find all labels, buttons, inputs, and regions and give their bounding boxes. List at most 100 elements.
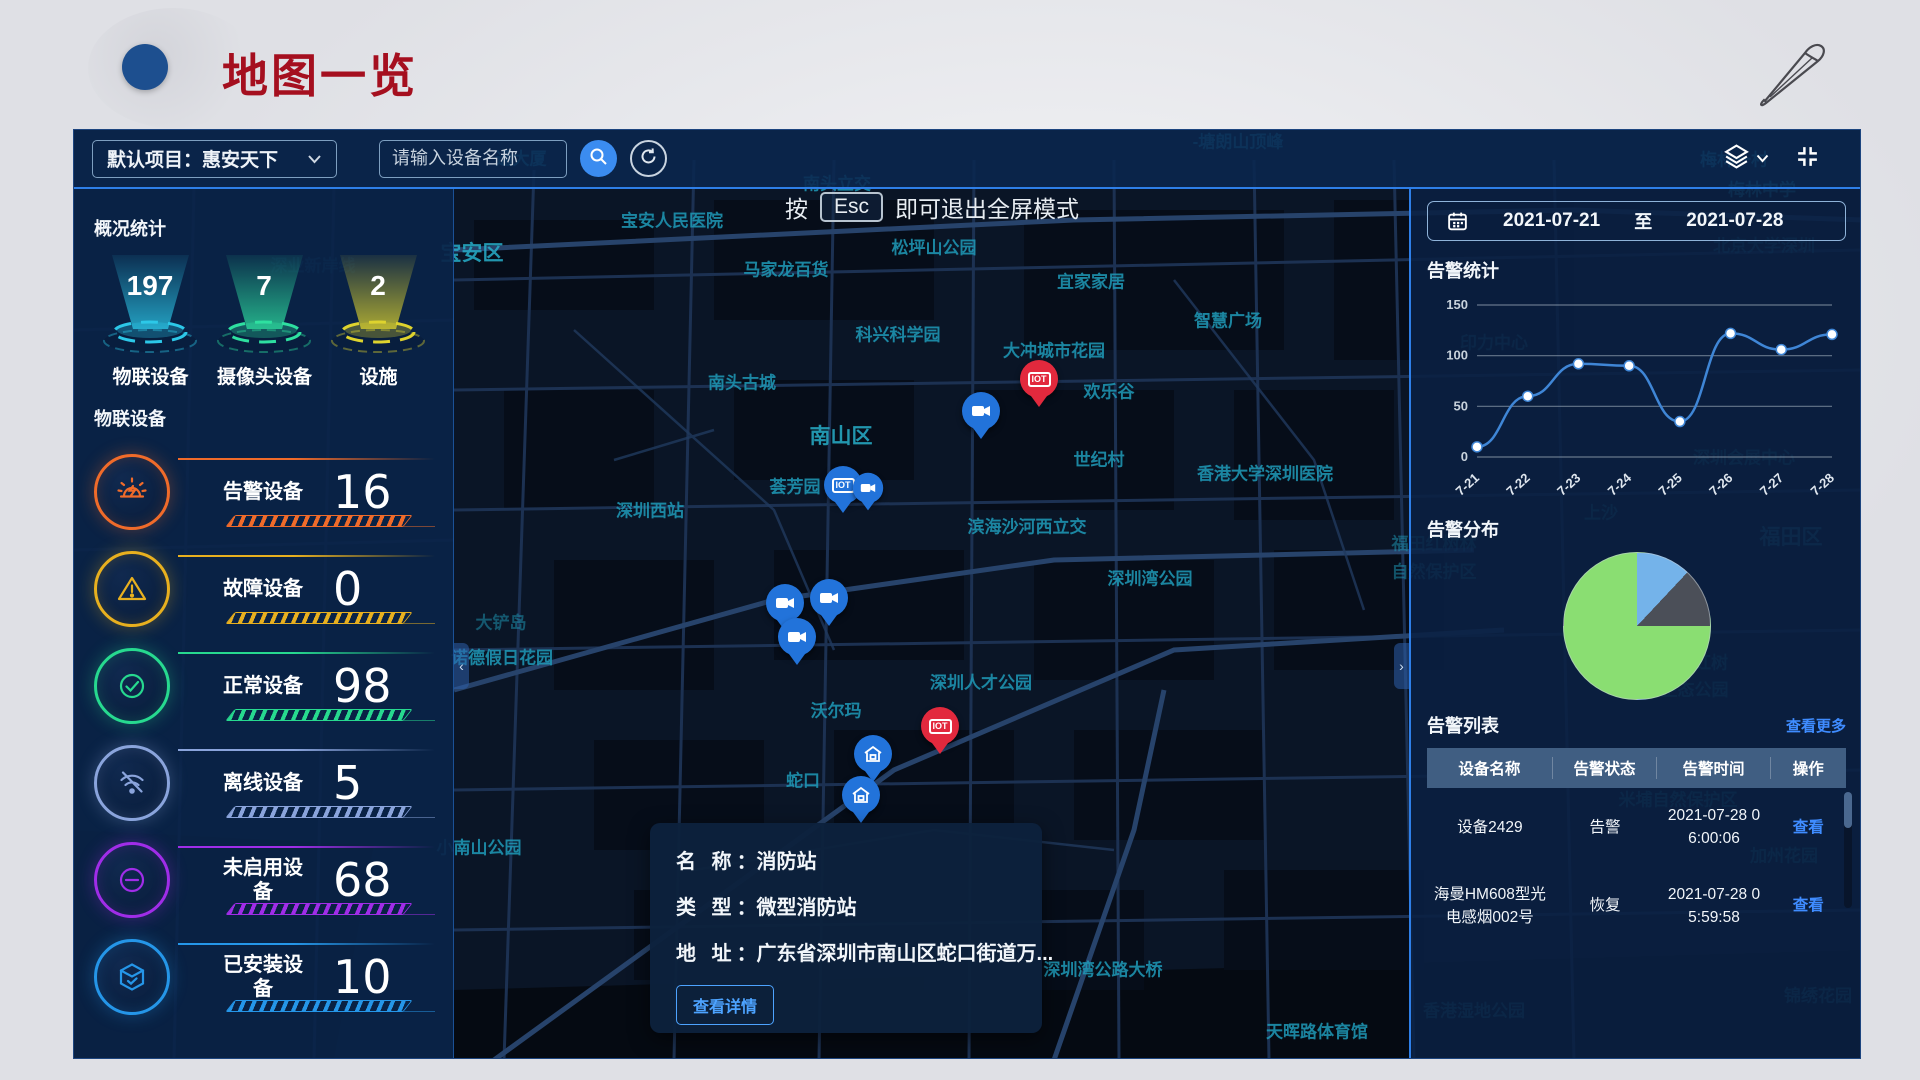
scrollbar-thumb[interactable] <box>1844 792 1852 828</box>
fullscreen-esc-hint: 按 Esc 即可退出全屏模式 <box>785 190 1079 224</box>
map-marker-camera[interactable] <box>962 392 1000 430</box>
svg-text:7-25: 7-25 <box>1655 470 1684 499</box>
fire-station-icon <box>851 786 871 804</box>
search-button[interactable] <box>580 140 617 177</box>
svg-text:7-24: 7-24 <box>1605 470 1635 499</box>
device-stat-row[interactable]: 离线设备 5 <box>94 734 435 831</box>
refresh-icon <box>639 147 658 171</box>
date-range-picker[interactable]: 2021-07-21 至 2021-07-28 <box>1427 201 1846 241</box>
svg-text:7-28: 7-28 <box>1808 470 1837 499</box>
device-stat-banner: 离线设备 5 <box>164 744 435 822</box>
device-stat-value: 16 <box>333 465 401 519</box>
page-title: 地图一览 <box>222 40 418 106</box>
device-stat-row[interactable]: 故障设备 0 <box>94 540 435 637</box>
cell-view-link[interactable]: 查看 <box>1771 816 1846 839</box>
calendar-icon <box>1446 210 1469 233</box>
view-more-link[interactable]: 查看更多 <box>1786 715 1846 736</box>
minus-circle-icon <box>94 842 170 918</box>
esc-key-badge: Esc <box>820 192 883 222</box>
device-stat-label: 告警设备 <box>215 480 311 504</box>
device-info-popup: 名 称：消防站类 型：微型消防站地 址：广东省深圳市南山区蛇口街道万... 查看… <box>650 823 1042 1033</box>
title-dot-icon <box>122 44 168 90</box>
table-header-cell: 设备名称 <box>1427 757 1553 779</box>
device-stat-label: 离线设备 <box>215 771 311 795</box>
popup-row: 地 址：广东省深圳市南山区蛇口街道万... <box>676 937 1016 966</box>
cell-view-link[interactable]: 查看 <box>1771 894 1846 917</box>
popup-row: 类 型：微型消防站 <box>676 891 1016 920</box>
right-panel: 2021-07-21 至 2021-07-28 告警统计 0501001507-… <box>1409 189 1861 1059</box>
map-marker-camera[interactable] <box>778 618 816 656</box>
map-marker-camera[interactable] <box>853 473 883 503</box>
overview-stats: 197 物联设备 7 摄像头设备 2 设施 <box>94 253 435 389</box>
alarm-pie-chart <box>1563 552 1711 700</box>
svg-text:7: 7 <box>256 270 272 301</box>
table-scrollbar[interactable] <box>1844 792 1852 908</box>
project-select[interactable]: 默认项目：惠安天下 <box>92 140 337 178</box>
wifi-off-icon <box>94 745 170 821</box>
alarm-table-header: 设备名称告警状态告警时间操作 <box>1427 748 1846 788</box>
map-marker-iot[interactable]: IOT <box>921 707 959 745</box>
svg-text:50: 50 <box>1454 398 1468 413</box>
alarm-line-chart: 0501001507-217-227-237-247-257-267-277-2… <box>1427 285 1846 512</box>
map-marker-station[interactable] <box>854 735 892 773</box>
refresh-button[interactable] <box>630 140 667 177</box>
device-stat-label: 故障设备 <box>215 577 311 601</box>
device-stat-label: 已安装设备 <box>215 953 311 1001</box>
device-stat-row[interactable]: 告警设备 16 <box>94 443 435 540</box>
fullscreen-button[interactable] <box>1795 144 1820 174</box>
alarm-list-title: 告警列表 <box>1427 712 1499 738</box>
iot-icon: IOT <box>1028 372 1051 387</box>
iot-icon: IOT <box>832 478 855 493</box>
layers-icon <box>1723 143 1750 175</box>
svg-text:197: 197 <box>127 270 174 301</box>
page-header: 地图一览 <box>0 0 1920 129</box>
map-marker-iot[interactable]: IOT <box>1020 360 1058 398</box>
svg-text:7-26: 7-26 <box>1706 470 1735 499</box>
table-header-cell: 告警状态 <box>1553 757 1658 779</box>
topbar: 默认项目：惠安天下 <box>74 130 1860 189</box>
left-panel-toggle[interactable]: ‹ <box>454 643 469 689</box>
popup-row: 名 称：消防站 <box>676 845 1016 874</box>
device-stat-label: 未启用设备 <box>215 856 311 904</box>
warning-triangle-icon <box>94 551 170 627</box>
siren-icon <box>94 454 170 530</box>
overview-stat-label: 设施 <box>322 362 435 389</box>
map-marker-camera[interactable] <box>810 579 848 617</box>
left-panel: 概况统计 197 物联设备 7 摄像头设备 <box>74 189 454 1059</box>
right-panel-toggle[interactable]: › <box>1394 643 1409 689</box>
table-row: 设备2429 告警 2021-07-28 06:00:06 查看 <box>1427 788 1846 867</box>
device-stat-row[interactable]: 未启用设备 68 <box>94 831 435 928</box>
device-stat-row[interactable]: 正常设备 98 <box>94 637 435 734</box>
map-marker-camera[interactable] <box>766 584 804 622</box>
chevron-down-icon <box>307 148 322 170</box>
svg-text:0: 0 <box>1461 449 1468 464</box>
dashboard: -塘朗山顶峰梅林一村梅林中学通大厦深业新岸线南头立交宝安人民医院宝安区松坪山公园… <box>73 129 1861 1059</box>
alarm-table: 设备名称告警状态告警时间操作 设备2429 告警 2021-07-28 06:0… <box>1427 748 1846 945</box>
map-marker-station[interactable] <box>842 776 880 814</box>
device-stat-banner: 已安装设备 10 <box>164 938 435 1016</box>
esc-hint-suffix: 即可退出全屏模式 <box>895 190 1079 224</box>
svg-text:7-23: 7-23 <box>1554 470 1583 499</box>
esc-hint-prefix: 按 <box>785 190 808 224</box>
cell-device-name: 海曼HM608型光电感烟002号 <box>1427 883 1553 930</box>
device-stat-value: 0 <box>333 562 401 616</box>
device-stat-value: 10 <box>333 950 401 1004</box>
view-detail-button[interactable]: 查看详情 <box>676 985 774 1025</box>
device-stat-row[interactable]: 已安装设备 10 <box>94 928 435 1025</box>
table-header-cell: 告警时间 <box>1657 757 1770 779</box>
device-stat-banner: 正常设备 98 <box>164 647 435 725</box>
device-stat-banner: 告警设备 16 <box>164 453 435 531</box>
alarm-table-body: 设备2429 告警 2021-07-28 06:00:06 查看海曼HM608型… <box>1427 788 1846 945</box>
layers-button[interactable] <box>1723 143 1769 175</box>
chevron-down-icon <box>1756 150 1769 168</box>
svg-text:7-22: 7-22 <box>1503 470 1532 499</box>
search-input[interactable] <box>379 140 567 178</box>
table-header-cell: 操作 <box>1771 757 1846 779</box>
overview-stat-label: 物联设备 <box>94 362 207 389</box>
svg-text:7-27: 7-27 <box>1757 470 1786 499</box>
popup-rows: 名 称：消防站类 型：微型消防站地 址：广东省深圳市南山区蛇口街道万... <box>676 845 1016 966</box>
alarm-dist-title: 告警分布 <box>1427 516 1846 542</box>
date-separator: 至 <box>1634 208 1652 234</box>
date-end: 2021-07-28 <box>1686 210 1783 232</box>
alarm-stats-title: 告警统计 <box>1427 257 1846 283</box>
